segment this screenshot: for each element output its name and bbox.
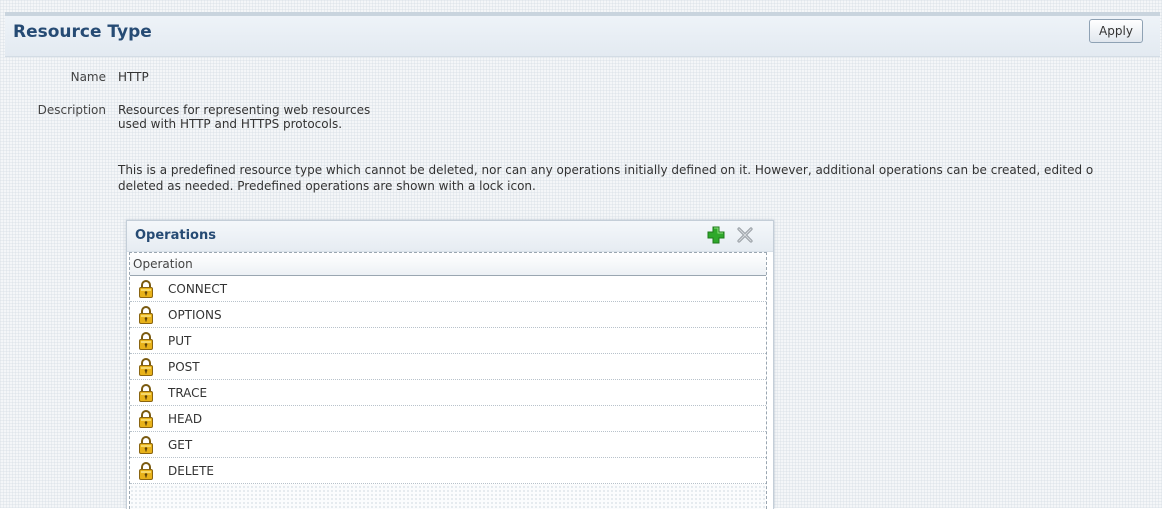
resource-type-page: Resource Type Apply Name HTTP Descriptio… [0,0,1162,509]
lock-icon [138,383,154,402]
operation-label: DELETE [168,463,215,478]
page-title: Resource Type [13,22,152,42]
operations-panel-header: Operations [127,221,773,252]
operation-label: TRACE [168,385,208,400]
operation-label: HEAD [168,411,203,426]
operation-label: OPTIONS [168,307,222,322]
table-row[interactable]: GET [130,432,766,458]
lock-icon [138,331,154,350]
operations-title: Operations [135,228,216,243]
lock-icon [138,305,154,324]
lock-icon [138,461,154,480]
apply-button[interactable]: Apply [1089,19,1143,43]
operations-panel: Operations Operation CONNECT OPTIONS PUT PO… [126,220,774,509]
table-row[interactable]: CONNECT [130,276,766,302]
lock-icon [138,435,154,454]
table-row[interactable]: HEAD [130,406,766,432]
predefined-info-text: This is a predefined resource type which… [118,162,1158,194]
description-label: Description [37,103,106,117]
operation-label: GET [168,437,193,452]
info-line: This is a predefined resource type which… [118,163,1094,177]
lock-icon [138,409,154,428]
table-row[interactable]: TRACE [130,380,766,406]
lock-icon [138,279,154,298]
operations-table: Operation CONNECT OPTIONS PUT POST TRACE HEAD… [129,252,767,509]
table-row[interactable]: POST [130,354,766,380]
table-row[interactable]: OPTIONS [130,302,766,328]
lock-icon [138,357,154,376]
operation-column-header[interactable]: Operation [130,253,766,276]
page-header: Resource Type Apply [5,12,1160,57]
operation-label: PUT [168,333,192,348]
x-icon[interactable] [735,225,755,245]
description-line: Resources for representing web resources [118,103,371,117]
plus-icon[interactable] [706,225,726,245]
operation-label: POST [168,359,200,374]
name-label: Name [70,70,106,84]
description-line: used with HTTP and HTTPS protocols. [118,117,343,131]
description-value: Resources for representing web resources… [118,103,370,131]
table-row[interactable]: PUT [130,328,766,354]
info-line: deleted as needed. Predefined operations… [118,179,536,193]
name-value: HTTP [118,70,149,84]
table-row[interactable]: DELETE [130,458,766,484]
operation-label: CONNECT [168,281,228,296]
